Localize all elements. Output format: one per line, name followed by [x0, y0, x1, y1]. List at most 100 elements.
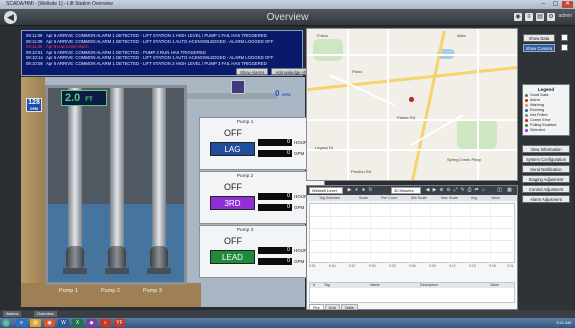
map-label: Preston Rd — [351, 169, 372, 174]
column-header: Pen Color — [381, 196, 397, 200]
pump-mode-button[interactable]: LAG — [210, 142, 255, 156]
pump-hours-value: 0 — [258, 193, 292, 200]
app-icon[interactable]: ◐ — [100, 319, 111, 327]
legend-dot-icon — [525, 128, 528, 132]
app-icon[interactable]: ◆ — [86, 319, 97, 327]
show-camera-checkbox[interactable] — [561, 44, 568, 51]
explorer-app-icon[interactable]: ▤ — [30, 319, 41, 327]
menu-icon[interactable]: ≡ — [525, 13, 533, 21]
alarm-adjustment-button[interactable]: Alarm Adjusment — [522, 195, 570, 203]
trend-period-select[interactable]: 30 Minutes — [391, 187, 421, 194]
wet-well — [45, 85, 187, 285]
print-icon[interactable]: ⎙ — [467, 188, 472, 193]
map-road — [307, 149, 517, 151]
pump-3-icon[interactable] — [150, 246, 168, 268]
pump-2-icon[interactable] — [108, 246, 126, 268]
home-icon[interactable]: ⌂ — [481, 188, 486, 193]
show-alarms-button[interactable]: Show Alarms — [236, 68, 269, 75]
pump-hours-value: 0 — [258, 247, 292, 254]
pump-mode-button[interactable]: 3RD — [210, 196, 255, 210]
time-tick: 9:21 — [507, 264, 514, 268]
time-tick: 9:06 — [409, 264, 416, 268]
trend-plot-area[interactable] — [309, 203, 516, 264]
pump-1-icon[interactable] — [66, 246, 84, 268]
legend-dot-icon — [525, 98, 528, 102]
zoom-in-icon[interactable]: ⊕ — [439, 188, 444, 193]
system-configuration-button[interactable]: System Configuration — [522, 155, 570, 163]
pump-flow-unit: GPM — [294, 205, 305, 210]
layout-icon[interactable]: ◫ — [497, 188, 502, 193]
flow-meter-icon — [231, 80, 245, 94]
control-adjustment-button[interactable]: Control Adjusment — [522, 185, 570, 193]
show-data-button[interactable]: Show Data — [523, 34, 555, 42]
show-data-checkbox[interactable] — [561, 34, 568, 41]
time-tick: 8:54 — [329, 264, 336, 268]
alarm-row[interactable]: 09:10:08 Apr 6ARRIVE: COMMON ALARM 1 DETE… — [26, 61, 298, 67]
minimize-button[interactable]: – — [538, 1, 549, 8]
map-park — [313, 39, 343, 61]
view-information-button[interactable]: View Information — [522, 145, 570, 153]
refresh-icon[interactable]: ↻ — [368, 188, 373, 193]
page-title: Overview — [266, 12, 309, 23]
user-name[interactable]: admin — [558, 13, 572, 19]
annotate-icon[interactable]: ✎ — [460, 188, 465, 193]
pause-icon[interactable]: ⏸ — [354, 188, 359, 193]
tab-overview[interactable]: Overview — [34, 311, 57, 317]
swap-icon[interactable]: ⇄ — [474, 188, 479, 193]
maximize-button[interactable]: ▢ — [550, 1, 561, 8]
grid-line — [450, 204, 451, 264]
close-button[interactable]: ✕ — [562, 1, 573, 8]
trend-toolbar: Wetwell Level 30 Minutes ▶ ⏸ ⏹ ↻ ◀ ▶ ⊕ ⊖… — [307, 186, 517, 195]
wet-well-level-readout: 2.0 FT — [61, 90, 107, 106]
step-back-icon[interactable]: ◀ — [425, 188, 430, 193]
pump-mode-button[interactable]: LEAD — [210, 250, 255, 264]
time-tick: 8:57 — [349, 264, 356, 268]
play-icon[interactable]: ▶ — [347, 188, 352, 193]
media-app-icon[interactable]: ◉ — [44, 319, 55, 327]
excel-app-icon[interactable]: X — [72, 319, 83, 327]
legend-dot-icon — [525, 118, 528, 122]
browser-app-icon[interactable]: e — [16, 319, 27, 327]
tab-alarms[interactable]: Alarms — [3, 311, 22, 317]
pump-riser-2 — [110, 88, 124, 264]
stop-icon[interactable]: ⏹ — [361, 188, 366, 193]
map-highway — [411, 30, 446, 180]
station-location-pin-icon[interactable] — [409, 97, 414, 102]
right-panel: Show Data Show Camera Legend Good Data A… — [519, 28, 573, 310]
column-header: Tag — [324, 283, 330, 287]
pump-flow-value: 0 — [258, 150, 292, 157]
pump-flow-unit: GPM — [294, 259, 305, 264]
show-camera-button[interactable]: Show Camera — [523, 44, 555, 52]
send-notification-button[interactable]: Send Notification — [522, 165, 570, 173]
grid-icon[interactable]: ▦ — [507, 188, 512, 193]
scada-app-icon[interactable]: YF — [114, 319, 125, 327]
settings-icon[interactable]: ⚙ — [547, 13, 555, 21]
legend-dot-icon — [525, 123, 528, 127]
grid-line — [470, 204, 471, 264]
header-toolbar: ◉ ≡ ▤ ⚙ — [514, 13, 555, 21]
time-tick: 9:15 — [469, 264, 476, 268]
zoom-out-icon[interactable]: ⊖ — [446, 188, 451, 193]
column-header: Tag Selected — [319, 196, 340, 200]
inflow-readout: 128 GPM — [26, 98, 42, 112]
map-label: Plano — [352, 69, 363, 74]
acknowledge-all-button[interactable]: Acknowledge All — [271, 68, 310, 75]
map-label: Legacy Dr — [315, 145, 334, 150]
fit-icon[interactable]: ⤢ — [453, 188, 458, 193]
trend-tag-select[interactable]: Wetwell Level — [309, 187, 343, 194]
status-icon[interactable]: ◉ — [514, 13, 522, 21]
column-header: Description — [420, 283, 438, 287]
site-map[interactable]: Plano Frisco Allen Parker Rd Legacy Dr S… — [306, 28, 518, 181]
start-button-icon[interactable] — [2, 319, 10, 327]
app-window: SCADA/HMI - [Wellsite 1] - Lift Station … — [0, 0, 575, 328]
trend-data-grid[interactable]: # Tag Name Description Value — [309, 282, 515, 303]
trend-pen-header: Tag Selected Scale Pen Color Min Scale M… — [307, 195, 517, 201]
word-app-icon[interactable]: W — [58, 319, 69, 327]
report-icon[interactable]: ▤ — [536, 13, 544, 21]
pump-state: OFF — [224, 128, 242, 138]
time-tick: 9:03 — [389, 264, 396, 268]
window-title: SCADA/HMI - [Wellsite 1] - Lift Station … — [6, 1, 113, 7]
staging-adjustment-button[interactable]: Staging Adjusment — [522, 175, 570, 183]
step-forward-icon[interactable]: ▶ — [432, 188, 437, 193]
pump-2-label: Pump 2 — [101, 288, 120, 294]
